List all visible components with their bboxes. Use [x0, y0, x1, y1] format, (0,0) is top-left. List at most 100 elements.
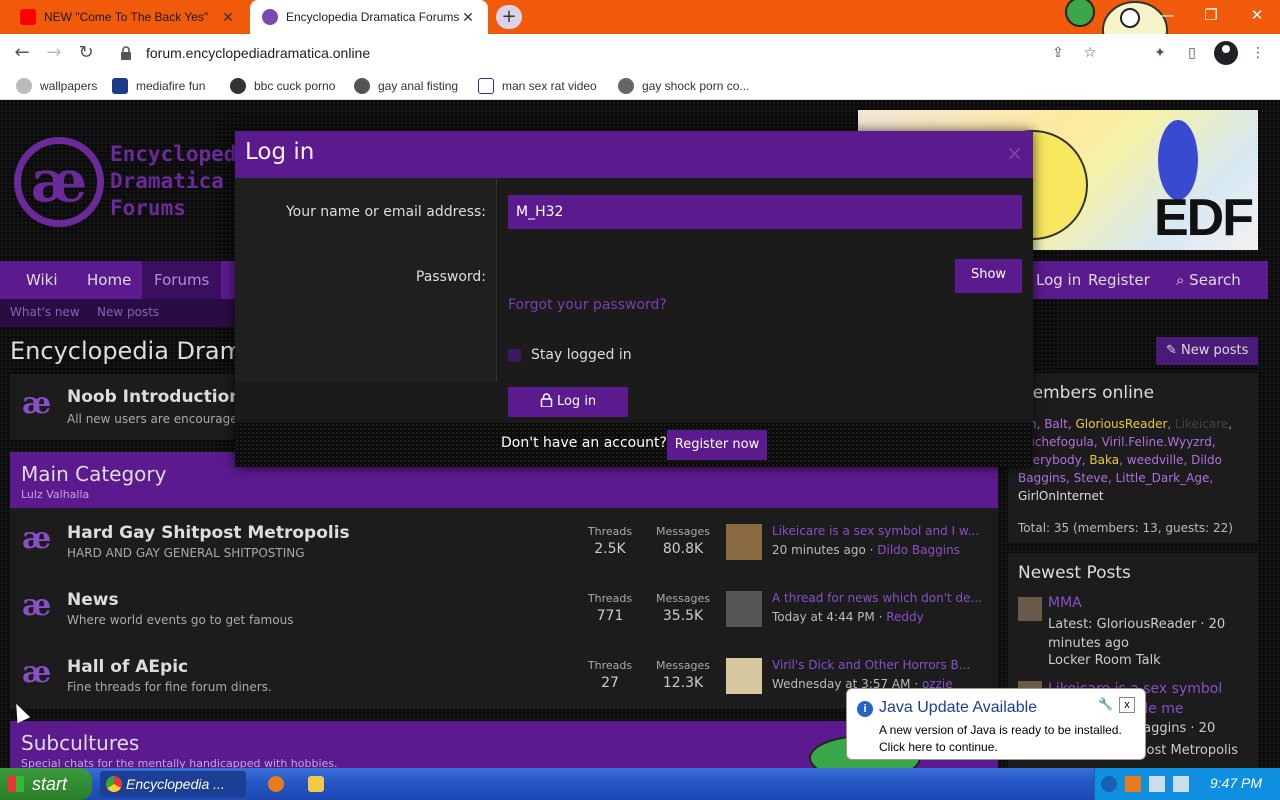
subnav-new-posts[interactable]: New posts	[97, 305, 159, 319]
restore-button[interactable]: ❐	[1188, 0, 1234, 34]
reload-icon[interactable]: ↻	[74, 41, 98, 65]
profile-avatar[interactable]	[1214, 41, 1238, 65]
forum-row[interactable]: æ News Where world events go to get famo…	[10, 575, 998, 642]
stay-logged-in-label[interactable]: Stay logged in	[531, 347, 632, 363]
password-input[interactable]	[508, 259, 954, 293]
member-link[interactable]: Steve	[1074, 471, 1108, 485]
close-icon[interactable]: ×	[1006, 141, 1023, 165]
side-panel-icon[interactable]: ▯	[1182, 43, 1202, 63]
messages-stat: Messages 80.8K	[653, 525, 713, 557]
bookmark-item[interactable]: bbc cuck porno	[230, 78, 335, 94]
address-bar[interactable]: forum.encyclopediadramatica.online	[112, 38, 1072, 68]
member-link[interactable]: Likeicare	[1175, 417, 1228, 431]
category-title[interactable]: Subcultures	[21, 731, 139, 755]
member-link[interactable]: weedville	[1127, 453, 1184, 467]
avatar[interactable]	[726, 658, 762, 694]
network-icon[interactable]	[1149, 776, 1165, 792]
tab-forum[interactable]: Encyclopedia Dramatica Forums ✕	[250, 0, 488, 34]
tab-youtube[interactable]: NEW "Come To The Back Yes" ✕	[8, 0, 248, 34]
volume-icon[interactable]	[1173, 776, 1189, 792]
forgot-password-link[interactable]: Forgot your password?	[508, 297, 667, 313]
java-tray-icon[interactable]	[1125, 776, 1141, 792]
newest-post-forum[interactable]: Locker Room Talk	[1048, 653, 1161, 668]
java-update-balloon[interactable]: i Java Update Available A new version of…	[846, 688, 1146, 760]
stat-value: 27	[601, 675, 619, 691]
windows-flag-icon	[8, 776, 24, 792]
stat-label: Threads	[587, 592, 633, 605]
last-post-user[interactable]: Reddy	[886, 610, 924, 624]
subnav-whats-new[interactable]: What's new	[10, 305, 80, 319]
register-now-button[interactable]: Register now	[667, 430, 767, 460]
node-title[interactable]: Noob Introduction	[67, 387, 241, 407]
new-tab-button[interactable]: +	[496, 5, 522, 29]
username-input[interactable]	[508, 195, 1022, 229]
avatar[interactable]	[1018, 597, 1042, 621]
node-title[interactable]: Hard Gay Shitpost Metropolis	[67, 523, 350, 543]
forum-icon	[262, 9, 278, 25]
node-title[interactable]: News	[67, 590, 119, 610]
avatar[interactable]	[726, 524, 762, 560]
member-link[interactable]: Viril.Feline.Wyyzrd	[1102, 435, 1212, 449]
last-post-title[interactable]: A thread for news which don't de...	[772, 591, 992, 605]
back-icon[interactable]: ←	[10, 41, 34, 65]
newest-post-title[interactable]: MMA	[1048, 595, 1082, 611]
minimize-button[interactable]: —	[1144, 0, 1190, 34]
folder-icon[interactable]	[308, 776, 324, 792]
forum-row[interactable]: æ Hard Gay Shitpost Metropolis HARD AND …	[10, 508, 998, 575]
threads-stat: Threads 771	[580, 592, 640, 624]
last-post-meta: Today at 4:44 PM · Reddy	[772, 610, 924, 624]
bookmark-item[interactable]: gay anal fisting	[354, 78, 458, 94]
close-icon[interactable]: x	[1119, 697, 1135, 713]
nav-forums[interactable]: Forums	[142, 261, 222, 299]
password-label: Password:	[415, 269, 486, 285]
bookmark-item[interactable]: gay shock porn co...	[618, 78, 749, 94]
site-logo[interactable]: æ	[14, 137, 104, 227]
new-posts-button[interactable]: ✎ New posts	[1156, 337, 1258, 365]
avatar[interactable]	[726, 591, 762, 627]
last-post-user[interactable]: Dildo Baggins	[877, 543, 960, 557]
share-icon[interactable]: ⇪	[1048, 43, 1068, 63]
nav-search[interactable]: ⌕ Search	[1164, 261, 1253, 299]
tray-expand-icon[interactable]	[1101, 776, 1117, 792]
forward-icon[interactable]: →	[42, 41, 66, 65]
member-link[interactable]: Baka	[1089, 453, 1119, 467]
bookmark-item[interactable]: wallpapers	[16, 78, 97, 94]
node-title[interactable]: Hall of AEpic	[67, 657, 188, 677]
extensions-icon[interactable]: ✦	[1150, 43, 1170, 63]
forum-node-icon: æ	[22, 655, 52, 690]
member-link[interactable]: GloriousReader	[1075, 417, 1167, 431]
member-link[interactable]: GirlOnInternet	[1018, 489, 1104, 503]
member-link[interactable]: Balt	[1044, 417, 1068, 431]
close-window-button[interactable]: ✕	[1234, 0, 1280, 34]
firefox-icon[interactable]	[268, 776, 284, 792]
bookmark-item[interactable]: man sex rat video	[478, 78, 597, 94]
members-online-title[interactable]: Members online	[1018, 383, 1154, 403]
name-label: Your name or email address:	[285, 204, 486, 220]
close-icon[interactable]: ✕	[220, 9, 236, 26]
nav-wiki[interactable]: Wiki	[14, 261, 70, 299]
stay-logged-in-checkbox[interactable]	[508, 349, 521, 362]
show-password-button[interactable]: Show	[955, 259, 1022, 293]
bookmark-item[interactable]: mediafire fun	[112, 78, 205, 94]
category-title[interactable]: Main Category	[21, 462, 166, 486]
last-post-title[interactable]: Likeicare is a sex symbol and I w...	[772, 524, 992, 538]
menu-icon[interactable]: ⋮	[1248, 43, 1268, 63]
taskbar-chrome-window[interactable]: Encyclopedia ...	[100, 771, 246, 797]
youtube-icon	[20, 9, 36, 25]
last-post-title[interactable]: Viril's Dick and Other Horrors B...	[772, 658, 992, 672]
java-body[interactable]: A new version of Java is ready to be ins…	[879, 722, 1122, 756]
bookmark-star-icon[interactable]: ☆	[1080, 43, 1100, 63]
wrench-icon[interactable]: 🔧	[1098, 697, 1113, 711]
member-link[interactable]: Little_Dark_Age	[1116, 471, 1210, 485]
start-button[interactable]: start	[0, 768, 92, 800]
taskbar-clock[interactable]: 9:47 PM	[1210, 775, 1262, 791]
newest-posts-title: Newest Posts	[1018, 563, 1131, 583]
close-icon[interactable]: ✕	[460, 9, 476, 26]
stat-label: Threads	[587, 659, 633, 672]
nav-register[interactable]: Register	[1076, 261, 1162, 299]
lock-icon	[120, 46, 132, 60]
bookmark-label: gay shock porn co...	[642, 79, 750, 93]
login-button[interactable]: Log in	[508, 387, 628, 417]
nav-home[interactable]: Home	[75, 261, 143, 299]
bookmark-label: bbc cuck porno	[254, 79, 336, 93]
